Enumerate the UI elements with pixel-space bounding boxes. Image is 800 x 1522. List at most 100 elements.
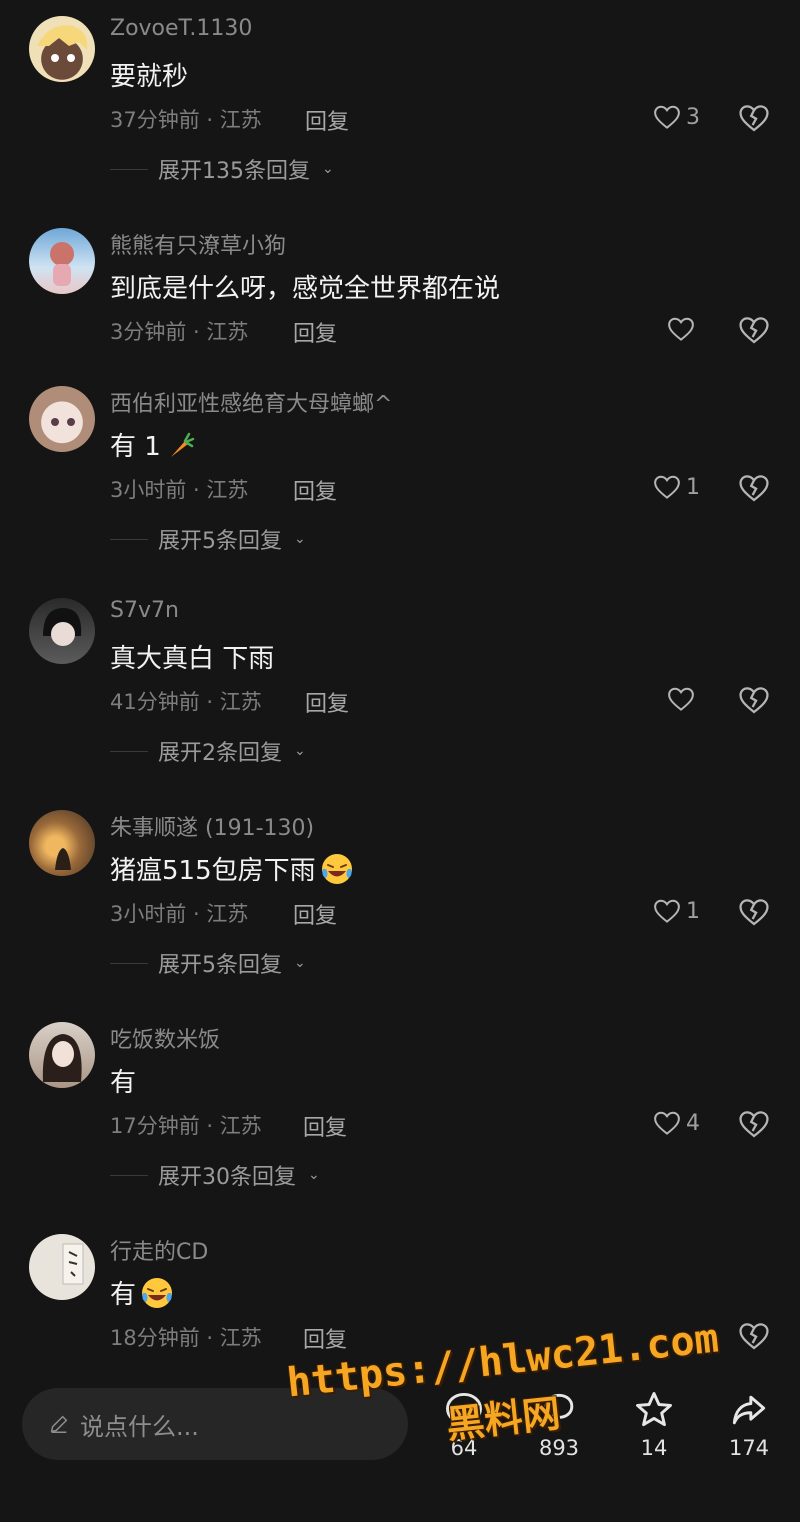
laughing-crying-emoji-icon — [321, 853, 352, 884]
expand-replies-button[interactable]: 展开5条回复 ⌄ — [110, 947, 306, 979]
expand-replies-label: 展开5条回复 — [158, 953, 282, 978]
chevron-down-icon: ⌄ — [294, 531, 306, 547]
reposts-count: 893 — [538, 1436, 580, 1460]
reply-button[interactable]: 回复 — [305, 686, 349, 718]
heart-outline-icon — [654, 475, 680, 499]
chevron-down-icon: ⌄ — [308, 1167, 320, 1183]
laughing-crying-emoji-icon — [142, 1277, 173, 1308]
comment-text: 有 1 — [110, 426, 195, 463]
pencil-icon — [50, 1415, 68, 1433]
divider — [110, 538, 148, 540]
comment-list: ZovoeT.1130 要就秒 37分钟前 · 江苏 回复 3 展开135条回复… — [0, 0, 800, 1418]
favorites-count: 14 — [640, 1436, 668, 1460]
heart-outline-icon — [654, 899, 680, 923]
broken-heart-icon[interactable] — [737, 683, 771, 717]
share-action[interactable]: 174 — [709, 1388, 789, 1460]
comment-text-content: 有 1 — [110, 432, 161, 462]
comment-text: 要就秒 — [110, 62, 189, 92]
like-button[interactable] — [630, 314, 700, 344]
comment-meta: 3分钟前 · 江苏 — [110, 320, 249, 344]
comment-username[interactable]: 西伯利亚性感绝育大母蟑螂^ — [110, 386, 392, 418]
expand-replies-button[interactable]: 展开30条回复 ⌄ — [110, 1159, 320, 1191]
comment-input[interactable]: 说点什么... — [22, 1388, 408, 1460]
comment-meta: 3小时前 · 江苏 — [110, 478, 249, 502]
comment-username[interactable]: ZovoeT.1130 — [110, 16, 252, 41]
comment-username[interactable]: 行走的CD — [110, 1234, 208, 1266]
broken-heart-icon[interactable] — [737, 471, 771, 505]
broken-heart-icon[interactable] — [737, 101, 771, 135]
star-outline-icon — [636, 1392, 672, 1427]
bottom-action-bar: 说点什么... 64 893 14 174 — [0, 1370, 800, 1522]
divider — [110, 1174, 148, 1176]
share-arrow-icon — [732, 1395, 766, 1425]
favorite-action[interactable]: 14 — [614, 1388, 694, 1460]
reply-button[interactable]: 回复 — [303, 1110, 347, 1142]
avatar[interactable] — [29, 228, 95, 294]
comment-meta: 17分钟前 · 江苏 — [110, 1114, 262, 1138]
expand-replies-button[interactable]: 展开5条回复 ⌄ — [110, 523, 306, 555]
comment-item: 朱事顺遂 (191-130) 猪瘟515包房下雨 3小时前 · 江苏 回复 1 … — [0, 794, 800, 1006]
comment-meta: 3小时前 · 江苏 — [110, 902, 249, 926]
comment-text: 猪瘟515包房下雨 — [110, 850, 354, 887]
expand-replies-label: 展开135条回复 — [158, 159, 310, 184]
like-button[interactable] — [630, 684, 700, 714]
expand-replies-label: 展开5条回复 — [158, 529, 282, 554]
comment-username[interactable]: 吃饭数米饭 — [110, 1022, 220, 1054]
comment-text-content: 猪瘟515包房下雨 — [110, 856, 316, 886]
comment-meta: 37分钟前 · 江苏 — [110, 108, 262, 132]
expand-replies-button[interactable]: 展开2条回复 ⌄ — [110, 735, 306, 767]
like-button[interactable]: 1 — [630, 896, 700, 926]
like-count: 1 — [686, 474, 700, 500]
broken-heart-icon[interactable] — [737, 895, 771, 929]
chevron-down-icon: ⌄ — [294, 743, 306, 759]
avatar[interactable] — [29, 810, 95, 876]
comment-username[interactable]: S7v7n — [110, 598, 179, 623]
comment-username[interactable]: 熊熊有只潦草小狗 — [110, 228, 286, 260]
divider — [110, 750, 148, 752]
like-button[interactable]: 1 — [630, 472, 700, 502]
chevron-down-icon: ⌄ — [322, 161, 334, 177]
heart-outline-icon — [654, 105, 680, 129]
broken-heart-icon[interactable] — [737, 313, 771, 347]
repost-icon — [544, 1393, 574, 1425]
comment-item: 吃饭数米饭 有 17分钟前 · 江苏 回复 4 展开30条回复 ⌄ — [0, 1006, 800, 1218]
divider — [110, 168, 148, 170]
comment-bubble-icon — [446, 1392, 482, 1429]
like-button[interactable]: 3 — [630, 102, 700, 132]
avatar[interactable] — [29, 1234, 95, 1300]
reply-button[interactable]: 回复 — [293, 898, 337, 930]
chevron-down-icon: ⌄ — [294, 955, 306, 971]
avatar[interactable] — [29, 598, 95, 664]
like-button[interactable]: 4 — [630, 1108, 700, 1138]
comment-item: S7v7n 真大真白 下雨 41分钟前 · 江苏 回复 展开2条回复 ⌄ — [0, 582, 800, 794]
comment-action[interactable]: 64 — [424, 1388, 504, 1460]
shares-count: 174 — [728, 1436, 770, 1460]
comments-count: 64 — [450, 1436, 478, 1460]
comment-text: 真大真白 下雨 — [110, 644, 275, 674]
reply-button[interactable]: 回复 — [293, 316, 337, 348]
comment-username[interactable]: 朱事顺遂 (191-130) — [110, 810, 314, 842]
comment-text-content: 有 — [110, 1280, 137, 1310]
reply-button[interactable]: 回复 — [293, 474, 337, 506]
comment-item: 熊熊有只潦草小狗 到底是什么呀，感觉全世界都在说 3分钟前 · 江苏 回复 — [0, 212, 800, 370]
avatar[interactable] — [29, 1022, 95, 1088]
comment-item: ZovoeT.1130 要就秒 37分钟前 · 江苏 回复 3 展开135条回复… — [0, 0, 800, 212]
comment-text: 有 — [110, 1274, 174, 1311]
like-count: 3 — [686, 104, 700, 130]
expand-replies-label: 展开2条回复 — [158, 741, 282, 766]
avatar[interactable] — [29, 16, 95, 82]
reply-button[interactable]: 回复 — [303, 1322, 347, 1354]
expand-replies-label: 展开30条回复 — [158, 1165, 296, 1190]
repost-action[interactable]: 893 — [519, 1388, 599, 1460]
heart-outline-icon — [654, 1111, 680, 1135]
expand-replies-button[interactable]: 展开135条回复 ⌄ — [110, 153, 334, 185]
comment-text: 到底是什么呀，感觉全世界都在说 — [110, 274, 501, 304]
comment-item: 西伯利亚性感绝育大母蟑螂^ 有 1 3小时前 · 江苏 回复 1 展开5条回复 … — [0, 370, 800, 582]
avatar[interactable] — [29, 386, 95, 452]
comment-meta: 41分钟前 · 江苏 — [110, 690, 262, 714]
broken-heart-icon[interactable] — [737, 1107, 771, 1141]
broken-heart-icon[interactable] — [737, 1319, 771, 1353]
like-count: 1 — [686, 898, 700, 924]
like-count: 4 — [686, 1110, 700, 1136]
reply-button[interactable]: 回复 — [305, 104, 349, 136]
